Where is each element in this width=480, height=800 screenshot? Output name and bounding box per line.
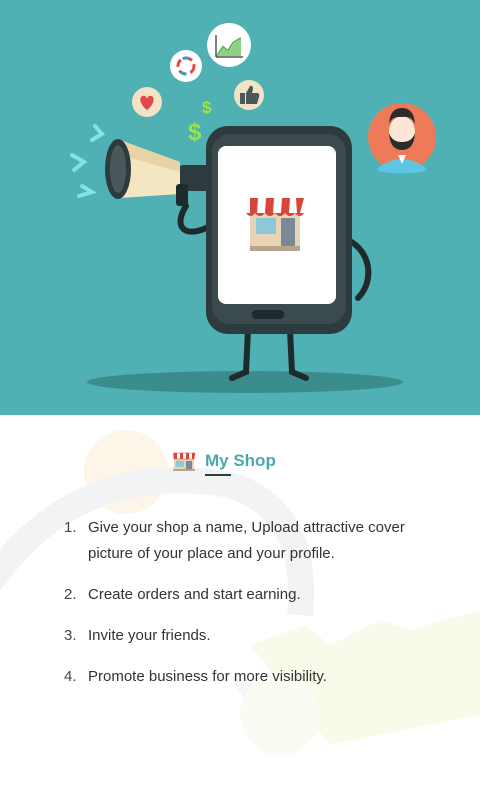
list-item: 2. Create orders and start earning. (60, 582, 430, 608)
cycle-icon (170, 50, 202, 82)
step-text: Promote business for more visibility. (88, 668, 327, 685)
store-icon (246, 198, 304, 251)
hero-art: $ $ (70, 23, 436, 393)
chart-icon (207, 23, 251, 67)
step-text: Create orders and start earning. (88, 586, 301, 603)
phone-home-button (252, 310, 284, 319)
thumbs-up-icon (234, 80, 264, 110)
step-number: 1. (64, 519, 77, 536)
step-number: 4. (64, 668, 77, 685)
step-number: 2. (64, 586, 77, 603)
store-icon (172, 451, 196, 471)
section-title: My Shop (205, 451, 276, 476)
section-header: My Shop (172, 449, 276, 476)
step-text: Give your shop a name, Upload attractive… (88, 519, 405, 562)
step-text: Invite your friends. (88, 627, 211, 644)
user-avatar (368, 103, 436, 174)
svg-text:$: $ (188, 119, 202, 146)
heart-icon (132, 87, 162, 117)
svg-text:$: $ (202, 98, 212, 117)
steps-list: 1. Give your shop a name, Upload attract… (60, 515, 430, 705)
list-item: 4. Promote business for more visibility. (60, 664, 430, 690)
hero-illustration: $ $ (0, 0, 480, 415)
list-item: 1. Give your shop a name, Upload attract… (60, 515, 430, 567)
step-number: 3. (64, 627, 77, 644)
content-panel: My Shop 1. Give your shop a name, Upload… (0, 415, 480, 800)
phone-leg-right (287, 327, 309, 381)
sound-waves (70, 124, 106, 198)
list-item: 3. Invite your friends. (60, 623, 430, 649)
phone-leg-left (229, 327, 251, 381)
megaphone-icon (105, 139, 212, 206)
